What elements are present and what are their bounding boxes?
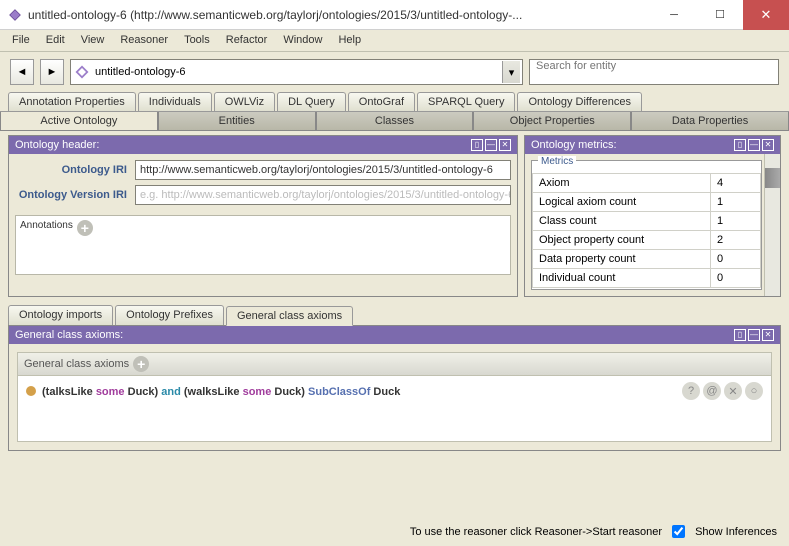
search-field[interactable] bbox=[536, 60, 772, 72]
app-icon bbox=[8, 8, 22, 22]
toolbar: ◄ ► untitled-ontology-6 ▾ bbox=[0, 52, 789, 92]
table-row: Object property count2 bbox=[533, 231, 761, 250]
footer: To use the reasoner click Reasoner->Star… bbox=[410, 525, 777, 538]
axiom-bullet-icon bbox=[26, 386, 36, 396]
maximize-button[interactable]: ☐ bbox=[697, 0, 743, 30]
show-inferences-checkbox[interactable] bbox=[672, 525, 685, 538]
ontology-selector[interactable]: untitled-ontology-6 ▾ bbox=[70, 59, 523, 85]
show-inferences-label: Show Inferences bbox=[695, 526, 777, 538]
table-row: Data property count0 bbox=[533, 250, 761, 269]
tab-annotation-properties[interactable]: Annotation Properties bbox=[8, 92, 136, 111]
panel-close-icon[interactable]: ✕ bbox=[762, 329, 774, 341]
menubar: File Edit View Reasoner Tools Refactor W… bbox=[0, 30, 789, 52]
ontology-metrics-title: Ontology metrics: bbox=[531, 139, 617, 151]
panel-controls: ▯ — ✕ bbox=[734, 139, 774, 151]
tab-data-properties[interactable]: Data Properties bbox=[631, 112, 789, 131]
panel-minimize-icon[interactable]: — bbox=[748, 139, 760, 151]
metrics-table: Axiom4 Logical axiom count1 Class count1… bbox=[532, 173, 761, 288]
menu-refactor[interactable]: Refactor bbox=[226, 34, 268, 47]
metrics-group-label: Metrics bbox=[538, 156, 576, 167]
menu-window[interactable]: Window bbox=[283, 34, 322, 47]
ontology-header-panel: Ontology header: ▯ — ✕ Ontology IRI http… bbox=[8, 135, 518, 297]
annotations-label: Annotations bbox=[20, 220, 73, 231]
panel-close-icon[interactable]: ✕ bbox=[762, 139, 774, 151]
tab-ontology-differences[interactable]: Ontology Differences bbox=[517, 92, 642, 111]
remove-icon[interactable]: ✕ bbox=[724, 382, 742, 400]
tab-classes[interactable]: Classes bbox=[316, 112, 474, 131]
panel-minimize-icon[interactable]: — bbox=[748, 329, 760, 341]
window-title: untitled-ontology-6 (http://www.semantic… bbox=[28, 8, 651, 22]
table-row: Class count1 bbox=[533, 212, 761, 231]
table-row: Logical axiom count1 bbox=[533, 193, 761, 212]
ontology-header-title: Ontology header: bbox=[15, 139, 99, 151]
gca-title: General class axioms: bbox=[15, 329, 123, 341]
titlebar: untitled-ontology-6 (http://www.semantic… bbox=[0, 0, 789, 30]
panel-view-icon[interactable]: ▯ bbox=[734, 139, 746, 151]
table-row: Individual count0 bbox=[533, 269, 761, 288]
panel-controls: ▯ — ✕ bbox=[734, 329, 774, 341]
nav-back-button[interactable]: ◄ bbox=[10, 59, 34, 85]
menu-reasoner[interactable]: Reasoner bbox=[120, 34, 168, 47]
tab-owlviz[interactable]: OWLViz bbox=[214, 92, 275, 111]
menu-tools[interactable]: Tools bbox=[184, 34, 210, 47]
close-button[interactable]: ✕ bbox=[743, 0, 789, 30]
ontology-version-iri-label: Ontology Version IRI bbox=[15, 189, 135, 201]
tab-ontology-imports[interactable]: Ontology imports bbox=[8, 305, 113, 325]
menu-edit[interactable]: Edit bbox=[46, 34, 65, 47]
panel-view-icon[interactable]: ▯ bbox=[734, 329, 746, 341]
annotations-panel: Annotations + bbox=[15, 215, 511, 275]
nav-forward-button[interactable]: ► bbox=[40, 59, 64, 85]
tab-entities[interactable]: Entities bbox=[158, 112, 316, 131]
help-icon[interactable]: ? bbox=[682, 382, 700, 400]
gca-subtitle: General class axioms bbox=[24, 358, 129, 370]
reasoner-hint: To use the reasoner click Reasoner->Star… bbox=[410, 526, 662, 538]
general-class-axioms-panel: General class axioms: ▯ — ✕ General clas… bbox=[8, 325, 781, 451]
main-tabs: Active Ontology Entities Classes Object … bbox=[0, 111, 789, 131]
menu-help[interactable]: Help bbox=[338, 34, 361, 47]
lower-tabs: Ontology imports Ontology Prefixes Gener… bbox=[8, 305, 781, 325]
panel-view-icon[interactable]: ▯ bbox=[471, 139, 483, 151]
panel-close-icon[interactable]: ✕ bbox=[499, 139, 511, 151]
tab-general-class-axioms[interactable]: General class axioms bbox=[226, 306, 353, 326]
panel-minimize-icon[interactable]: — bbox=[485, 139, 497, 151]
tab-dl-query[interactable]: DL Query bbox=[277, 92, 346, 111]
ontology-icon bbox=[75, 65, 89, 79]
at-icon[interactable]: @ bbox=[703, 382, 721, 400]
menu-view[interactable]: View bbox=[81, 34, 105, 47]
add-axiom-button[interactable]: + bbox=[133, 356, 149, 372]
top-tabs: Annotation Properties Individuals OWLViz… bbox=[0, 92, 789, 111]
panel-controls: ▯ — ✕ bbox=[471, 139, 511, 151]
menu-file[interactable]: File bbox=[12, 34, 30, 47]
tab-ontograf[interactable]: OntoGraf bbox=[348, 92, 415, 111]
minimize-button[interactable]: ─ bbox=[651, 0, 697, 30]
ontology-metrics-panel: Ontology metrics: ▯ — ✕ Metrics Axiom4 L… bbox=[524, 135, 781, 297]
circle-icon[interactable]: ○ bbox=[745, 382, 763, 400]
tab-sparql-query[interactable]: SPARQL Query bbox=[417, 92, 515, 111]
tab-active-ontology[interactable]: Active Ontology bbox=[0, 112, 158, 131]
ontology-selector-text: untitled-ontology-6 bbox=[95, 66, 186, 78]
ontology-iri-input[interactable]: http://www.semanticweb.org/taylorj/ontol… bbox=[135, 160, 511, 180]
tab-object-properties[interactable]: Object Properties bbox=[473, 112, 631, 131]
axiom-expression: (talksLike some Duck) and (walksLike som… bbox=[42, 384, 400, 398]
scrollbar[interactable] bbox=[764, 154, 780, 296]
ontology-iri-label: Ontology IRI bbox=[15, 164, 135, 176]
add-annotation-button[interactable]: + bbox=[77, 220, 93, 236]
ontology-version-iri-input[interactable]: e.g. http://www.semanticweb.org/taylorj/… bbox=[135, 185, 511, 205]
table-row: Axiom4 bbox=[533, 174, 761, 193]
search-input[interactable] bbox=[529, 59, 779, 85]
tab-individuals[interactable]: Individuals bbox=[138, 92, 212, 111]
chevron-down-icon[interactable]: ▾ bbox=[502, 61, 520, 83]
tab-ontology-prefixes[interactable]: Ontology Prefixes bbox=[115, 305, 224, 325]
axiom-row[interactable]: (talksLike some Duck) and (walksLike som… bbox=[18, 376, 771, 406]
